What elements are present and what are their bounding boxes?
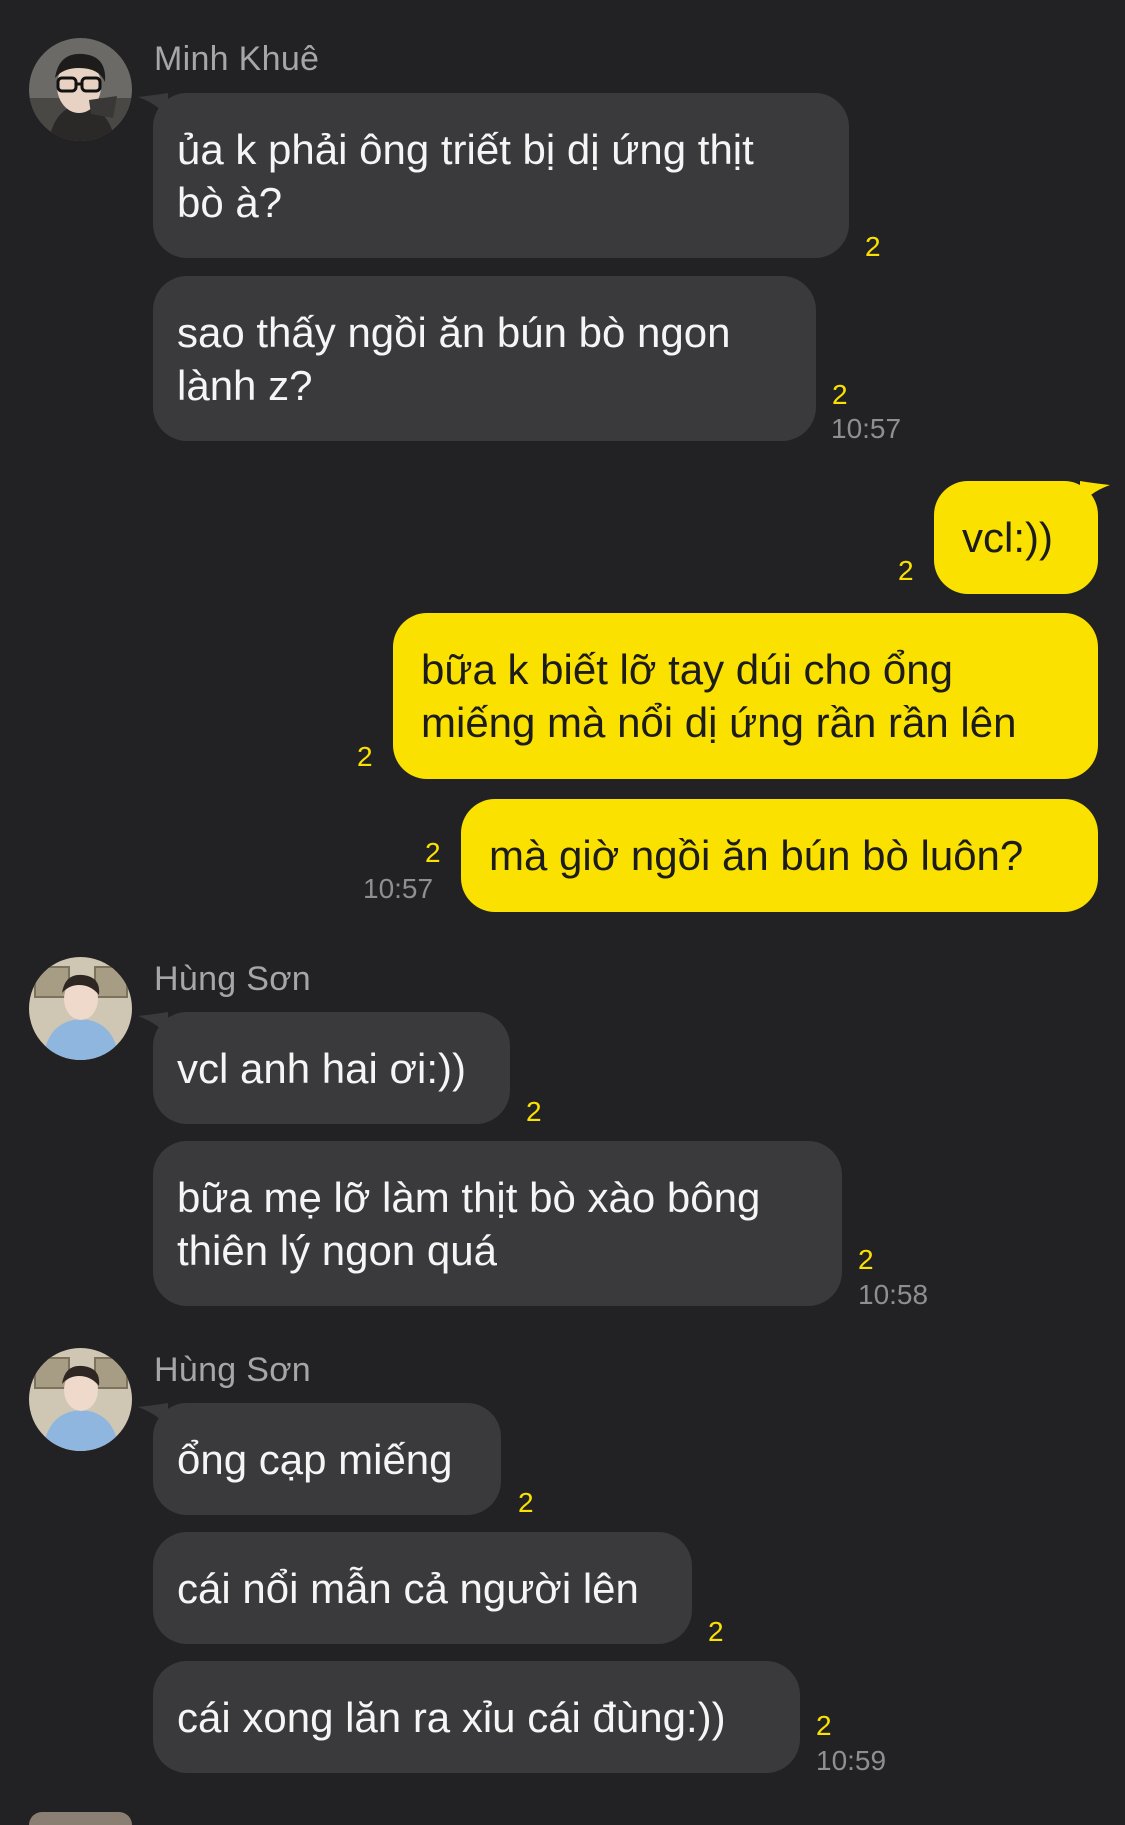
message-text: bữa k biết lỡ tay dúi cho ổng miếng mà n… (421, 646, 1017, 746)
message-bubble[interactable]: vcl:)) (934, 481, 1098, 594)
message-text: sao thấy ngồi ăn bún bò ngon lành z? (177, 308, 731, 409)
unread-count: 2 (425, 837, 441, 868)
sender-name: Hùng Sơn (154, 960, 312, 998)
message-bubble[interactable]: vcl anh hai ơi:)) (153, 1012, 510, 1124)
message-bubble[interactable]: mà giờ ngồi ăn bún bò luôn? (461, 799, 1098, 912)
message-text: vcl anh hai ơi:)) (177, 1044, 466, 1092)
message-text: ổng cạp miếng (177, 1435, 453, 1483)
message-timestamp: 10:57 (831, 413, 902, 444)
message-bubble[interactable]: sao thấy ngồi ăn bún bò ngon lành z? (153, 276, 816, 441)
message-text: vcl:)) (962, 514, 1053, 561)
bubble-tail (138, 1403, 168, 1429)
message-text: bữa mẹ lỡ làm thịt bò xào bông thiên lý … (177, 1173, 761, 1274)
message-bubble[interactable]: cái nổi mẫn cả người lên (153, 1532, 692, 1644)
bubble-tail (1080, 481, 1110, 507)
unread-count: 2 (816, 1710, 832, 1741)
unread-count: 2 (708, 1616, 724, 1647)
unread-count: 2 (357, 741, 373, 772)
person-with-glasses-avatar-icon (29, 38, 132, 141)
unread-count: 2 (518, 1487, 534, 1518)
message-bubble[interactable]: cái xong lăn ra xỉu cái đùng:)) (153, 1661, 800, 1773)
avatar-hung-son[interactable] (29, 1348, 132, 1451)
message-bubble[interactable]: bữa mẹ lỡ làm thịt bò xào bông thiên lý … (153, 1141, 842, 1306)
message-bubble[interactable]: ủa k phải ông triết bị dị ứng thịt bò à? (153, 93, 849, 258)
message-timestamp: 10:58 (858, 1279, 929, 1310)
sender-name: Minh Khuê (154, 40, 320, 78)
chat-message-list[interactable]: Minh Khuê ủa k phải ông triết bị dị ứng … (0, 0, 1125, 1825)
unread-count: 2 (526, 1096, 542, 1127)
sender-name: Hùng Sơn (154, 1351, 312, 1389)
unread-count: 2 (865, 231, 881, 262)
unread-count: 2 (858, 1244, 874, 1275)
message-text: ủa k phải ông triết bị dị ứng thịt bò à? (177, 125, 754, 226)
message-bubble[interactable]: ổng cạp miếng (153, 1403, 501, 1515)
bubble-tail (138, 93, 168, 119)
person-in-blue-hoodie-avatar-icon (29, 1348, 132, 1451)
avatar-hung-son[interactable] (29, 957, 132, 1060)
message-text: cái xong lăn ra xỉu cái đùng:)) (177, 1693, 726, 1741)
message-timestamp: 10:59 (816, 1745, 887, 1776)
bubble-tail (138, 1012, 168, 1038)
person-in-blue-hoodie-avatar-icon (29, 957, 132, 1060)
unread-count: 2 (898, 555, 914, 586)
message-text: mà giờ ngồi ăn bún bò luôn? (489, 832, 1024, 879)
partial-avatar-icon (29, 1812, 132, 1825)
message-text: cái nổi mẫn cả người lên (177, 1564, 639, 1612)
avatar-next-sender[interactable] (29, 1812, 132, 1825)
avatar-minh-khue[interactable] (29, 38, 132, 141)
unread-count: 2 (832, 379, 848, 410)
message-timestamp: 10:57 (363, 873, 434, 904)
message-bubble[interactable]: bữa k biết lỡ tay dúi cho ổng miếng mà n… (393, 613, 1098, 779)
